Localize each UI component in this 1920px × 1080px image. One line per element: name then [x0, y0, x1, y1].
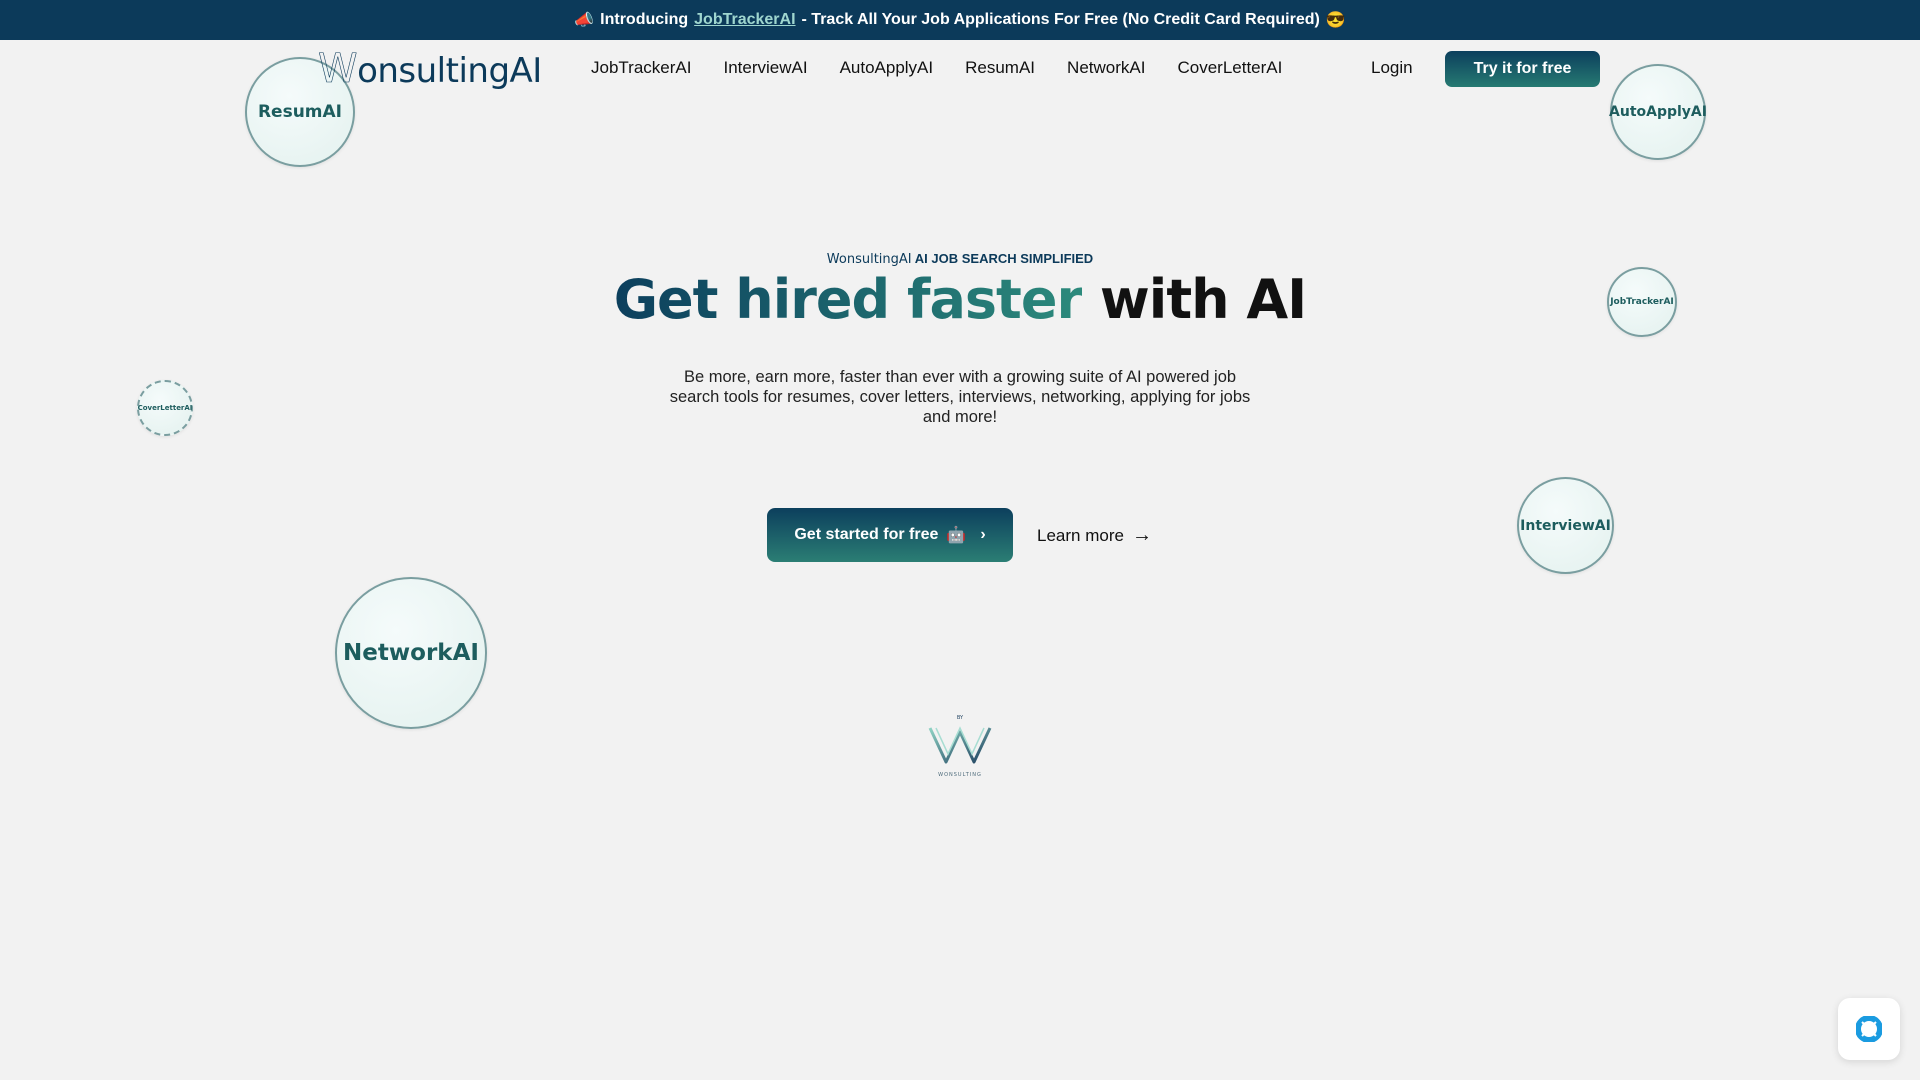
bubble-label: ResumAI: [257, 102, 343, 122]
nav-networkai[interactable]: NetworkAI: [1067, 58, 1145, 78]
nav-autoapplyai[interactable]: AutoApplyAI: [840, 58, 934, 78]
announcement-prefix: Introducing: [600, 11, 689, 28]
nav-interviewai[interactable]: InterviewAI: [723, 58, 807, 78]
help-widget-button[interactable]: [1838, 998, 1900, 1060]
announcement-bar: 📣 Introducing JobTrackerAI - Track All Y…: [0, 0, 1920, 40]
headline-dark: with AI: [1099, 268, 1307, 331]
announcement-link[interactable]: JobTrackerAI: [694, 11, 795, 29]
bubble-label: InterviewAI: [1520, 517, 1611, 534]
bubble-coverletterai[interactable]: CoverLetterAI: [137, 380, 193, 436]
chevron-right-icon: ›: [980, 526, 986, 543]
bubble-autoapplyai[interactable]: AutoApplyAI: [1609, 64, 1707, 160]
nav-resumai[interactable]: ResumAI: [965, 58, 1035, 78]
main-nav: JobTrackerAI InterviewAI AutoApplyAI Res…: [591, 58, 1282, 78]
logo-w: W: [318, 46, 358, 93]
lifebuoy-icon: [1856, 1016, 1882, 1042]
hero-eyebrow: WonsultingAI AI JOB SEARCH SIMPLIFIED: [0, 251, 1920, 267]
wonsulting-caption: WONSULTING: [938, 772, 982, 778]
cta-label: Get started for free: [794, 526, 939, 543]
login-link[interactable]: Login: [1371, 58, 1413, 78]
get-started-button[interactable]: Get started for free 🤖 ›: [767, 508, 1013, 562]
announcement-suffix: - Track All Your Job Applications For Fr…: [801, 11, 1320, 28]
nav-coverletterai[interactable]: CoverLetterAI: [1177, 58, 1282, 78]
nav-jobtrackerai[interactable]: JobTrackerAI: [591, 58, 691, 78]
wonsulting-w-logo: BY WONSULTING: [922, 710, 998, 780]
bubble-interviewai[interactable]: InterviewAI: [1517, 477, 1614, 574]
hero-subtitle: Be more, earn more, faster than ever wit…: [669, 368, 1251, 426]
hero-headline: Get hired faster with AI: [0, 268, 1920, 331]
w-logo-icon: BY WONSULTING: [928, 715, 992, 778]
learn-more-link[interactable]: Learn more →: [1037, 524, 1152, 547]
by-label: BY: [957, 715, 964, 721]
try-free-button[interactable]: Try it for free: [1445, 51, 1600, 87]
megaphone-icon: 📣: [574, 12, 595, 29]
sunglasses-emoji-icon: 😎: [1325, 12, 1346, 29]
eyebrow-brand: WonsultingAI: [826, 252, 912, 267]
headline-gradient: Get hired faster: [613, 268, 1083, 331]
robot-icon: 🤖: [946, 527, 967, 544]
bubble-label: CoverLetterAI: [137, 404, 193, 412]
learn-more-label: Learn more: [1037, 525, 1124, 545]
bubble-label: NetworkAI: [343, 640, 479, 666]
bubble-networkai[interactable]: NetworkAI: [335, 577, 487, 729]
logo-text: onsultingAI: [357, 51, 542, 91]
arrow-right-icon: →: [1131, 524, 1152, 546]
bubble-label: AutoApplyAI: [1609, 104, 1707, 120]
wonsulting-logo[interactable]: WonsultingAI: [318, 46, 543, 93]
eyebrow-text: AI JOB SEARCH SIMPLIFIED: [914, 251, 1094, 266]
